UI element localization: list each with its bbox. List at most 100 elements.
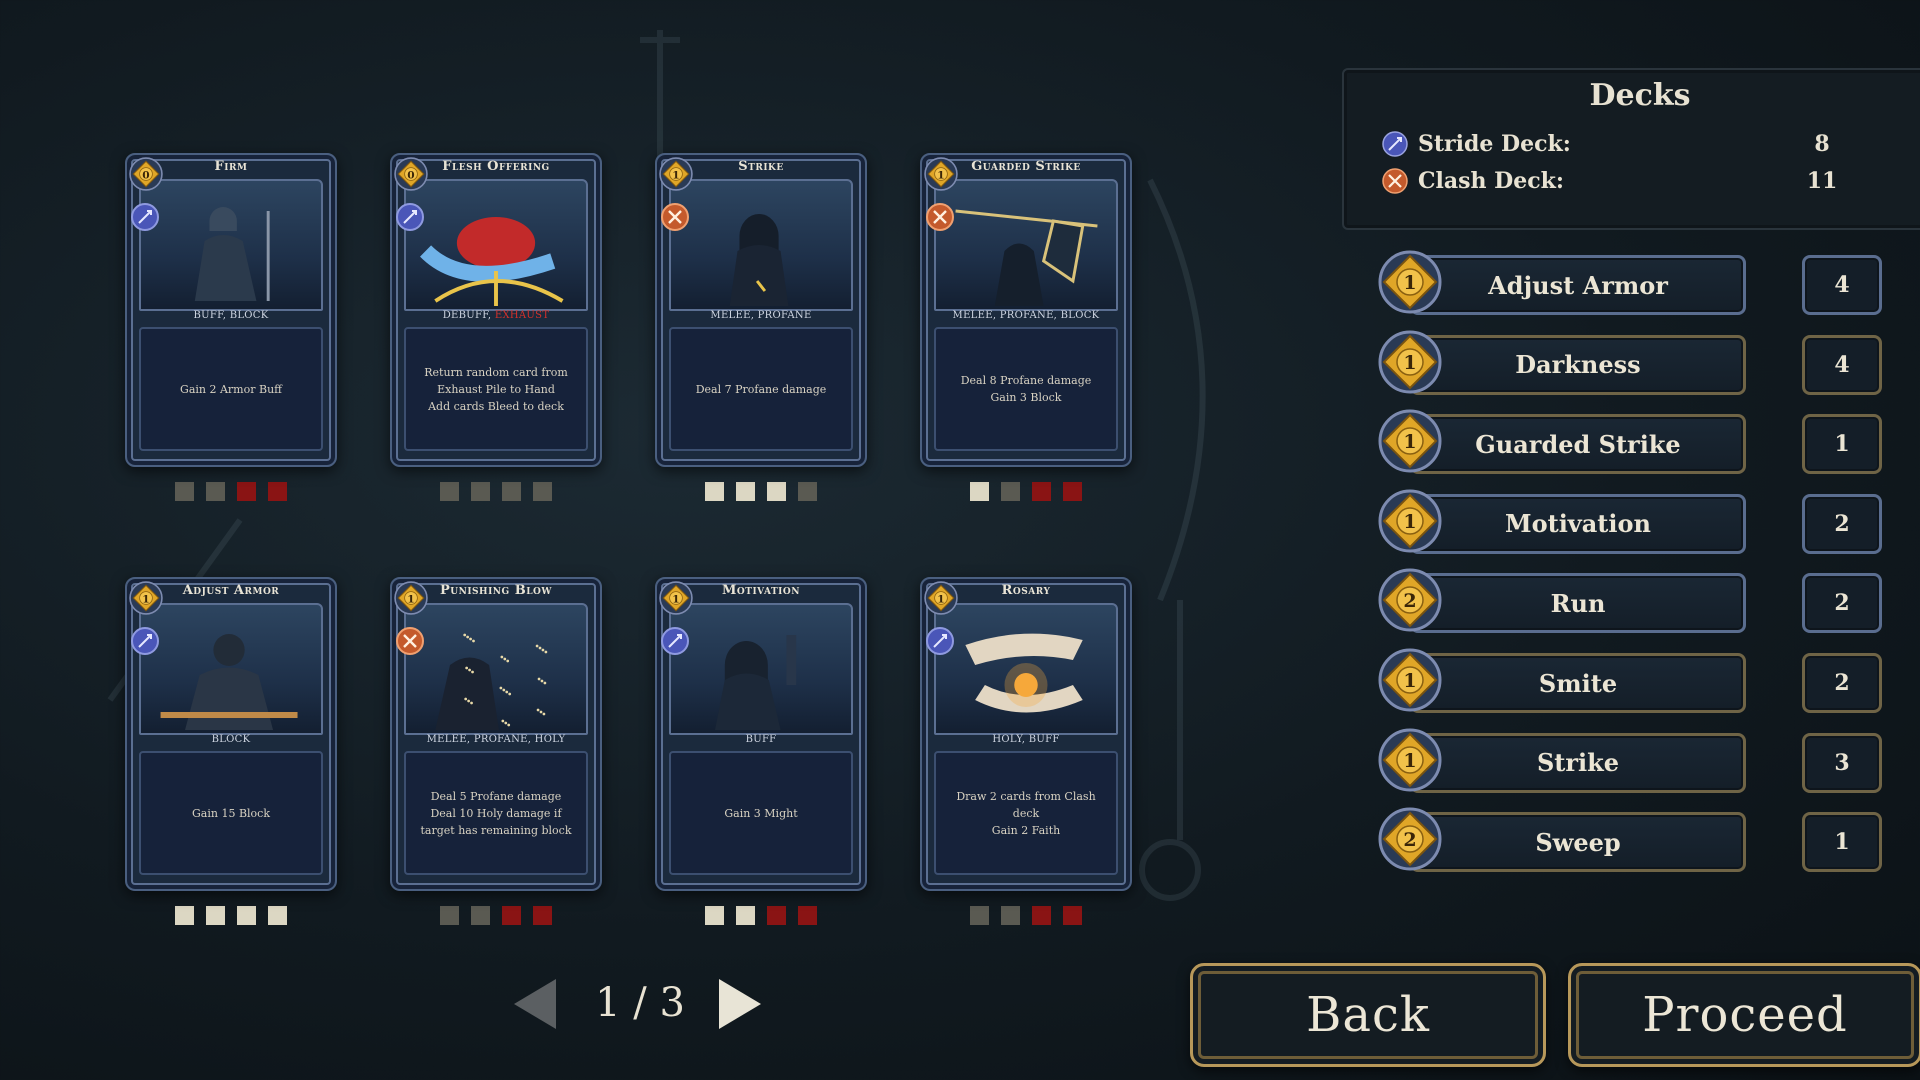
previous-page-arrow-icon[interactable] xyxy=(510,977,560,1031)
card[interactable]: Rosary 1 HOLY, BUFF Draw 2 cards from Cl… xyxy=(920,577,1132,891)
card-tags-text: BLOCK xyxy=(211,734,251,745)
upgrade-pip-icon xyxy=(502,906,521,925)
upgrade-pip-icon xyxy=(1032,482,1051,501)
upgrade-pip-icon xyxy=(1063,906,1082,925)
card-list-cost: 1 xyxy=(1403,670,1416,692)
upgrade-pip-icon xyxy=(767,482,786,501)
card[interactable]: Motivation 1 BUFF Gain 3 Might xyxy=(655,577,867,891)
upgrade-pip-icon xyxy=(533,482,552,501)
card-list-row[interactable]: Darkness 1 4 xyxy=(1370,330,1890,395)
next-page-arrow-icon[interactable] xyxy=(715,977,765,1031)
card-slot: Firm 0 BUFF, BLOCK Gain 2 Armor Buff xyxy=(125,153,337,502)
back-button[interactable]: Back xyxy=(1190,963,1546,1067)
energy-cost-icon: 0 xyxy=(394,157,428,191)
stride-deck-icon xyxy=(131,627,159,655)
upgrade-pip-icon xyxy=(1001,482,1020,501)
card-list-row[interactable]: Strike 1 3 xyxy=(1370,728,1890,793)
upgrade-pip-icon xyxy=(175,482,194,501)
card[interactable]: Punishing Blow 1 MELEE, PROFANE, HOLY De… xyxy=(390,577,602,891)
energy-cost-icon: 1 xyxy=(659,157,693,191)
card-description: Deal 8 Profane damage Gain 3 Block xyxy=(934,327,1118,451)
energy-cost-icon: 1 xyxy=(1378,489,1442,553)
card-list-name: Smite xyxy=(1410,653,1746,713)
card[interactable]: Adjust Armor 1 BLOCK Gain 15 Block xyxy=(125,577,337,891)
upgrade-pips xyxy=(390,481,602,502)
proceed-button[interactable]: Proceed xyxy=(1568,963,1920,1067)
card-tags-text: MELEE, PROFANE xyxy=(710,310,812,321)
card-art xyxy=(715,635,797,730)
clash-deck-label: Clash Deck: xyxy=(1418,168,1564,194)
energy-cost-icon: 1 xyxy=(924,581,958,615)
stride-deck-icon xyxy=(1382,131,1408,157)
card-list-name: Run xyxy=(1410,573,1746,634)
card-list-row[interactable]: Motivation 1 2 xyxy=(1370,489,1890,554)
card-tags-text: BUFF, BLOCK xyxy=(193,310,269,321)
card-art xyxy=(729,214,789,306)
card-cost-value: 1 xyxy=(672,168,679,181)
card[interactable]: Flesh Offering 0 DEBUFF, EXHAUST Return … xyxy=(390,153,602,467)
upgrade-pip-icon xyxy=(736,482,755,501)
card-list-row[interactable]: Run 2 2 xyxy=(1370,568,1890,634)
upgrade-pips xyxy=(655,481,867,502)
energy-cost-icon: 1 xyxy=(1378,250,1442,314)
card-list-name: Adjust Armor xyxy=(1410,255,1746,315)
card-slot: Adjust Armor 1 BLOCK Gain 15 Block xyxy=(125,577,337,926)
card-slot: Rosary 1 HOLY, BUFF Draw 2 cards from Cl… xyxy=(920,577,1132,926)
card-art-frame xyxy=(139,603,323,735)
card-art-frame xyxy=(669,603,853,735)
clash-deck-icon xyxy=(926,203,954,231)
card-cost-value: 1 xyxy=(407,592,414,605)
pagination: 1 / 3 xyxy=(510,975,770,1035)
card-art xyxy=(955,209,1098,306)
card-list-count: 2 xyxy=(1802,653,1882,713)
upgrade-pip-icon xyxy=(206,482,225,501)
upgrade-pips xyxy=(390,905,602,926)
upgrade-pip-icon xyxy=(1032,906,1051,925)
card-art xyxy=(435,633,548,730)
stride-deck-icon xyxy=(396,203,424,231)
card-list-row[interactable]: Smite 1 2 xyxy=(1370,648,1890,713)
card-list-cost: 1 xyxy=(1403,511,1416,533)
card-art-frame xyxy=(404,603,588,735)
upgrade-pip-icon xyxy=(970,906,989,925)
card-list-cost: 2 xyxy=(1403,590,1416,612)
upgrade-pip-icon xyxy=(237,482,256,501)
stride-deck-icon xyxy=(926,627,954,655)
card-description: Draw 2 cards from Clash deck Gain 2 Fait… xyxy=(934,751,1118,875)
energy-cost-icon: 1 xyxy=(659,581,693,615)
card-list-cost: 1 xyxy=(1403,272,1416,294)
card-grid: Firm 0 BUFF, BLOCK Gain 2 Armor Buff Fle… xyxy=(125,153,1150,933)
upgrade-pip-icon xyxy=(705,482,724,501)
card-tags: DEBUFF, EXHAUST xyxy=(402,310,590,321)
card-list-cost: 1 xyxy=(1403,352,1416,374)
card-tags: BLOCK xyxy=(137,734,325,745)
clash-deck-count: 11 xyxy=(1806,168,1838,194)
upgrade-pip-icon xyxy=(206,906,225,925)
card-slot: Strike 1 MELEE, PROFANE Deal 7 Profane d… xyxy=(655,153,867,502)
card[interactable]: Firm 0 BUFF, BLOCK Gain 2 Armor Buff xyxy=(125,153,337,467)
card-slot: Motivation 1 BUFF Gain 3 Might xyxy=(655,577,867,926)
decks-panel: Decks Stride Deck: 8 Clash Deck: 11 xyxy=(1342,68,1920,230)
card-tags: MELEE, PROFANE, HOLY xyxy=(402,734,590,745)
card-description: Return random card from Exhaust Pile to … xyxy=(404,327,588,451)
card-cost-value: 1 xyxy=(672,592,679,605)
card-list-row[interactable]: Adjust Armor 1 4 xyxy=(1370,250,1890,315)
upgrade-pips xyxy=(655,905,867,926)
card-list-row[interactable]: Guarded Strike 1 1 xyxy=(1370,409,1890,475)
upgrade-pip-icon xyxy=(970,482,989,501)
card-tags: MELEE, PROFANE, BLOCK xyxy=(932,310,1120,321)
clash-deck-icon xyxy=(661,203,689,231)
card-tags: MELEE, PROFANE xyxy=(667,310,855,321)
card[interactable]: Guarded Strike 1 MELEE, PROFANE, BLOCK D… xyxy=(920,153,1132,467)
clash-deck-icon xyxy=(396,627,424,655)
card-art-frame xyxy=(404,179,588,311)
card-list-count: 3 xyxy=(1802,732,1882,793)
card-list-cost: 1 xyxy=(1403,750,1416,772)
decks-title: Decks xyxy=(1589,78,1691,113)
card-list-row[interactable]: Sweep 2 1 xyxy=(1370,807,1890,873)
stride-deck-count: 8 xyxy=(1814,131,1830,157)
card-art-frame xyxy=(669,179,853,311)
card-tag-exhaust: EXHAUST xyxy=(494,310,550,321)
upgrade-pip-icon xyxy=(471,482,490,501)
card[interactable]: Strike 1 MELEE, PROFANE Deal 7 Profane d… xyxy=(655,153,867,467)
